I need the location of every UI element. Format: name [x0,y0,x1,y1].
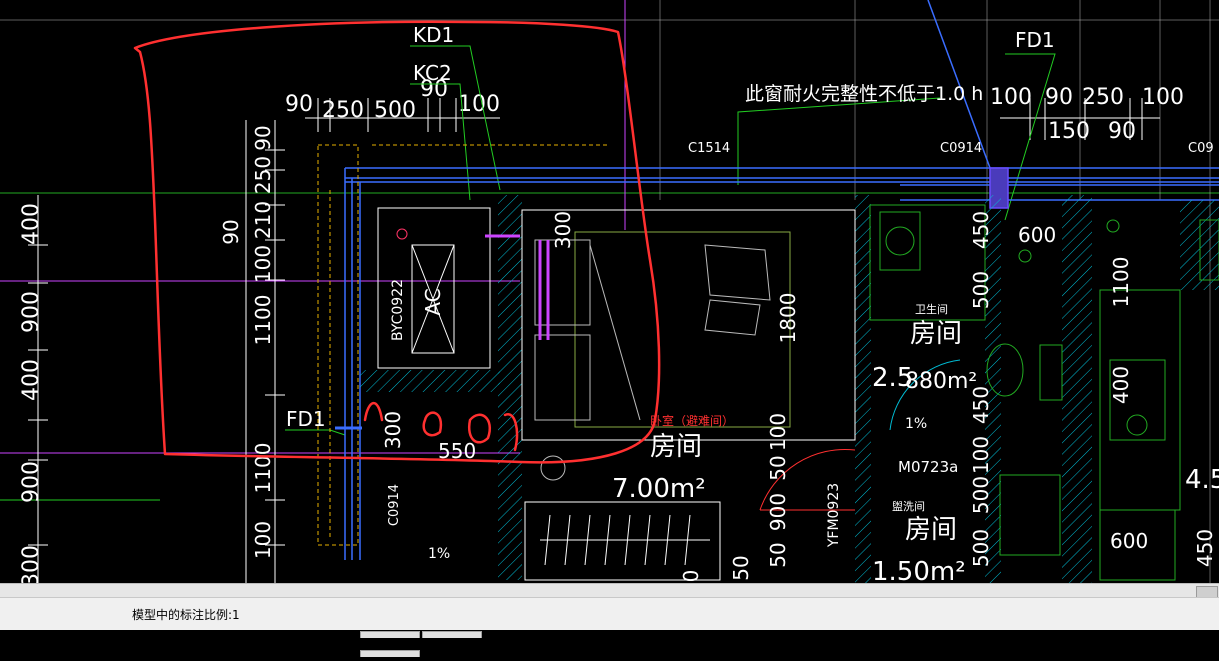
label-c09-edge: C09 [1188,141,1214,156]
dim-s90: 90 [251,125,275,150]
dim-i100a: 100 [766,413,790,451]
dim-s100a: 100 [251,245,275,283]
room-main-area: 7.00m² [612,474,706,504]
bedroom-tag: 卧室（避难间） [650,413,734,428]
label-byc0922: BYC0922 [390,279,406,341]
dim-right-100b: 100 [1142,85,1184,110]
dim-right-250: 250 [1082,85,1124,110]
axis-lines [0,0,1219,583]
left-dim-900a: 900 [19,291,44,333]
dim-i450a: 450 [969,211,993,249]
dim-right-90b: 90 [1108,119,1136,144]
slope-b: 1% [428,546,450,562]
edge-45: 4.5 [1185,465,1219,495]
annotation-scale-status: 模型中的标注比例:1 [132,608,240,622]
dim-i600b: 600 [1110,529,1148,553]
left-dim-300: 300 [19,545,44,587]
wardrobe [540,514,710,566]
dim-i500a: 500 [969,271,993,309]
dim-i50c: 50 [729,555,753,580]
dim-top-250: 250 [322,98,364,123]
bath-tag: 卫生间 [915,302,948,316]
left-dimension-column [28,120,285,583]
dim-top-100: 100 [458,92,500,117]
label-c0914-left: C0914 [387,484,402,526]
dim-i1100: 1100 [1109,257,1133,308]
dim-i400: 400 [1109,366,1133,404]
horizontal-scrollbar[interactable] [0,583,1219,598]
label-yfm0923: YFM0923 [826,483,842,548]
dim-i0: 0 [679,570,703,583]
label-c1514: C1514 [688,141,730,156]
dim-i450b: 450 [969,386,993,424]
dim-right-90a: 90 [1045,85,1073,110]
dim-right-100a: 100 [990,85,1032,110]
dim-s250: 250 [251,156,275,194]
room-bath-label: 房间 [910,319,962,349]
room-bath-area-b: 880m² [905,369,977,394]
room-main-label: 房间 [650,432,702,462]
dim-i100b: 100 [969,436,993,474]
label-fd1-left: FD1 [286,407,326,431]
dim-i600a: 600 [1018,223,1056,247]
label-kc2: KC2 [413,61,452,85]
dim-i50b: 50 [766,542,790,567]
status-bar: 模型中的标注比例:1 [0,597,1219,657]
left-dim-400b: 400 [19,359,44,401]
layout-tab[interactable] [422,631,482,638]
left-dim-900b: 900 [19,461,44,503]
dim-i900: 900 [766,493,790,531]
dim-s1100a: 1100 [251,295,275,346]
red-markup-annotation [133,20,661,464]
label-fd1-top: FD1 [1015,28,1055,52]
cad-drawing-canvas[interactable]: 400 900 400 900 300 90 250 210 90 100 11… [0,0,1219,597]
dim-i300: 300 [551,211,575,249]
layout-tab[interactable] [360,650,420,657]
dim-s90b: 90 [219,219,243,244]
window-yellow-dashed [317,144,610,546]
dim-right-150: 150 [1048,119,1090,144]
dim-i500c: 500 [969,529,993,567]
dim-i50a: 50 [766,455,790,480]
label-m0723a: M0723a [898,458,958,476]
dim-s100b: 100 [251,521,275,559]
dim-s210: 210 [251,201,275,239]
label-c0914-top: C0914 [940,141,982,156]
label-ac: AC [421,288,445,315]
room-wash-label: 房间 [905,515,957,545]
wash-tag: 盥洗间 [892,500,925,513]
fire-resistance-note: 此窗耐火完整性不低于1.0 h [745,83,983,105]
dim-s1100b: 1100 [251,443,275,494]
slope-a: 1% [905,416,927,432]
dim-top-500: 500 [374,98,416,123]
label-kd1: KD1 [413,23,454,47]
layout-tab[interactable] [360,631,420,638]
left-dim-400a: 400 [19,203,44,245]
dim-i1800: 1800 [776,293,800,344]
dim-i450c: 450 [1193,529,1217,567]
dim-i300b: 300 [381,411,405,449]
dim-i500b: 500 [969,476,993,514]
dim-top-90a: 90 [285,92,313,117]
